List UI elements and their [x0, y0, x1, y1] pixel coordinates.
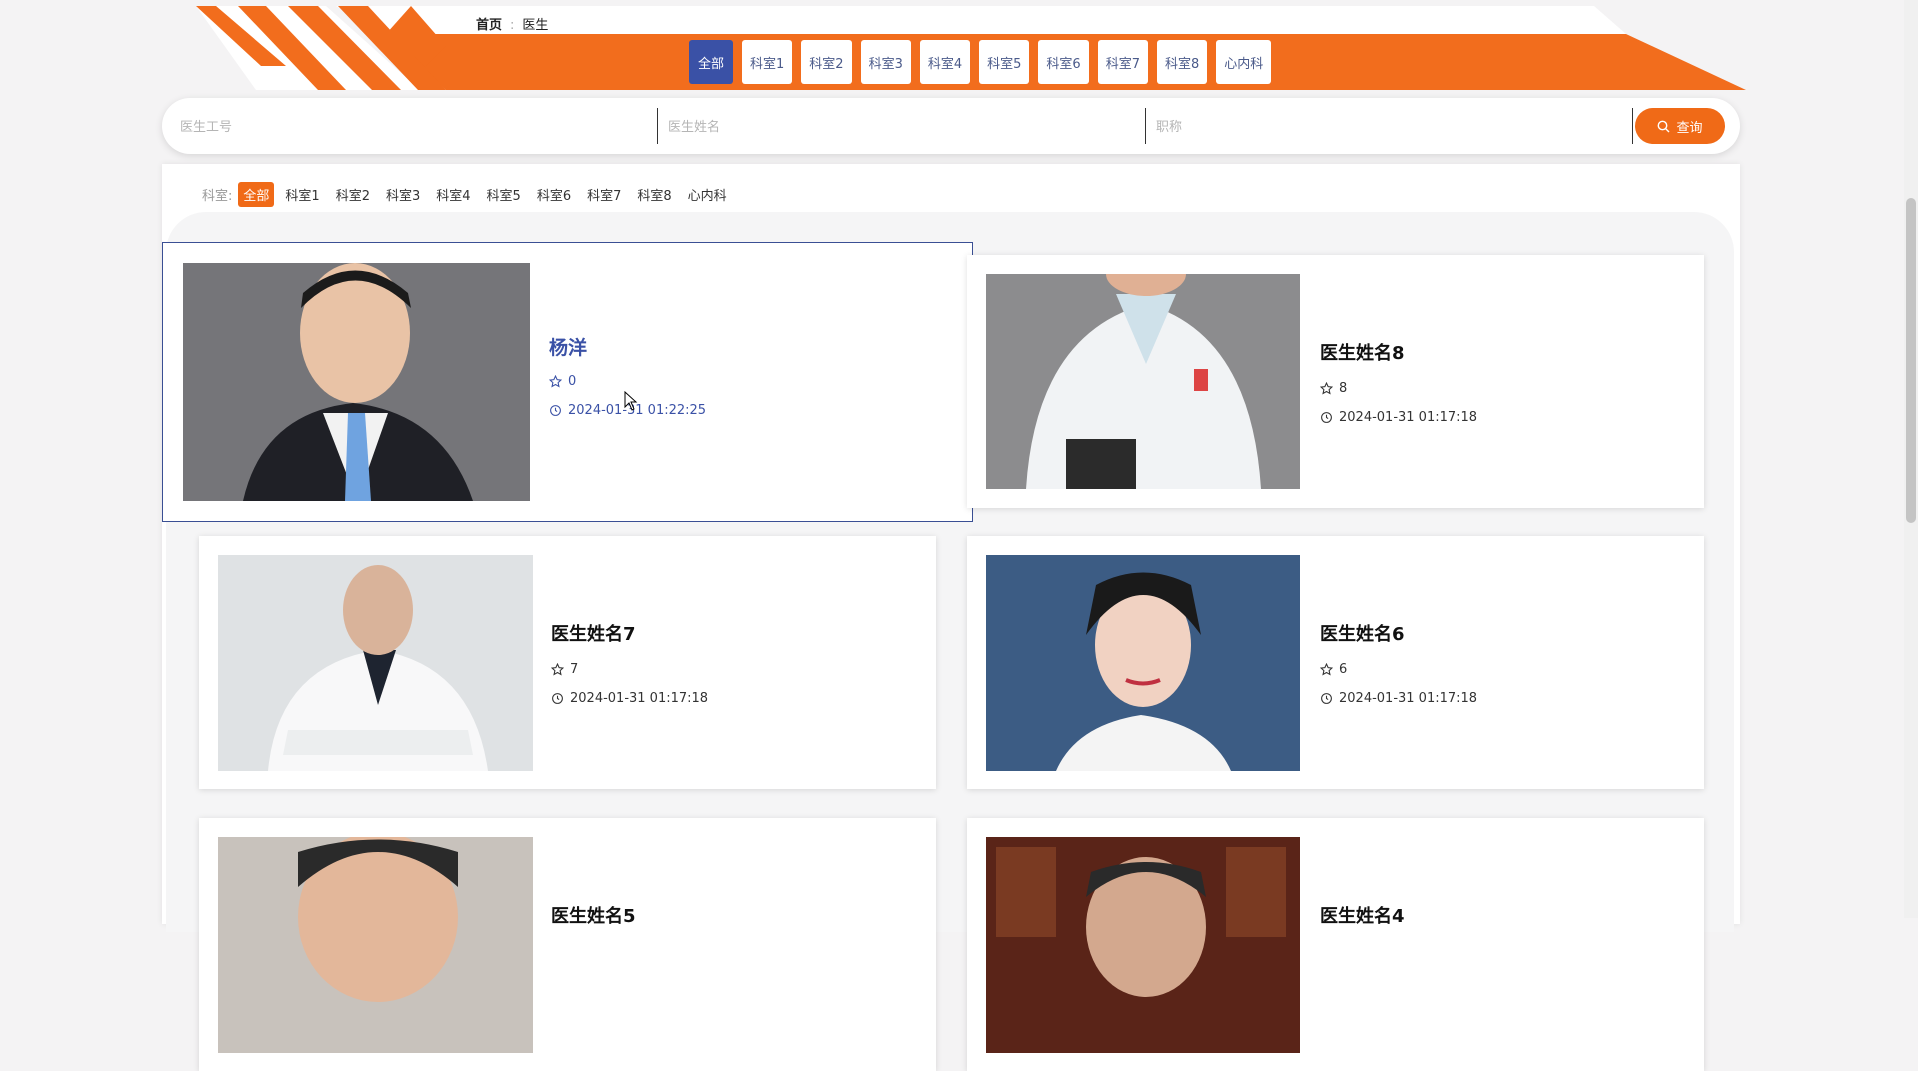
- doctor-info: 医生姓名4: [1320, 902, 1405, 928]
- scrollbar-thumb[interactable]: [1906, 198, 1916, 523]
- tab-cardiology[interactable]: 心内科: [1216, 40, 1272, 84]
- doctor-time-value: 2024-01-31 01:17:18: [1339, 410, 1478, 425]
- doctor-info: 医生姓名5: [551, 902, 636, 928]
- doctor-card[interactable]: 医生姓名6 6 2024-01-31 01:17:18: [967, 536, 1704, 789]
- search-divider: [657, 108, 658, 144]
- tab-all[interactable]: 全部: [689, 40, 733, 84]
- clock-icon: [1321, 693, 1332, 704]
- doctor-card[interactable]: 医生姓名7 7 2024-01-31 01:17:18: [199, 536, 936, 789]
- tab-dept-3[interactable]: 科室3: [860, 40, 911, 84]
- doctor-card[interactable]: 医生姓名5: [199, 818, 936, 1071]
- title-input[interactable]: [1154, 108, 1628, 146]
- doctor-time-value: 2024-01-31 01:17:18: [1339, 691, 1478, 706]
- star-icon: [551, 663, 564, 676]
- doctor-name: 医生姓名6: [1320, 624, 1405, 645]
- search-icon: [1658, 120, 1670, 132]
- doctor-photo: [218, 837, 533, 1053]
- clock-icon: [552, 693, 563, 704]
- doctor-info: 医生姓名8 8 2024-01-31 01:17:18: [1320, 339, 1477, 425]
- dept-filter-1[interactable]: 科室1: [280, 182, 324, 207]
- doctor-likes: 8: [1320, 381, 1477, 396]
- dept-filter-7[interactable]: 科室7: [582, 182, 626, 207]
- dept-filter-all[interactable]: 全部: [238, 182, 275, 207]
- category-tabs: 全部 科室1 科室2 科室3 科室4 科室5 科室6 科室7 科室8 心内科: [689, 40, 1272, 84]
- doctor-likes: 0: [549, 374, 706, 389]
- star-icon: [1320, 382, 1333, 395]
- dept-filter-6[interactable]: 科室6: [532, 182, 576, 207]
- doctor-photo: [218, 555, 533, 771]
- doctor-likes-count: 7: [570, 662, 579, 677]
- dept-filter: 科室: 全部 科室1 科室2 科室3 科室4 科室5 科室6 科室7 科室8 心…: [202, 182, 738, 207]
- doctor-likes: 7: [551, 662, 708, 677]
- doctor-info: 医生姓名6 6 2024-01-31 01:17:18: [1320, 620, 1477, 706]
- doctor-photo: [183, 263, 530, 501]
- doctor-name: 医生姓名5: [551, 906, 636, 927]
- breadcrumb: 首页: 医生: [476, 14, 548, 33]
- doctor-likes-count: 0: [568, 374, 577, 389]
- search-divider: [1632, 108, 1633, 144]
- doctor-name: 医生姓名8: [1320, 343, 1405, 364]
- clock-icon: [1321, 412, 1332, 423]
- doctor-card[interactable]: 医生姓名4: [967, 818, 1704, 1071]
- dept-filter-2[interactable]: 科室2: [331, 182, 375, 207]
- tab-dept-1[interactable]: 科室1: [742, 40, 793, 84]
- tab-dept-6[interactable]: 科室6: [1038, 40, 1089, 84]
- doctor-name: 医生姓名7: [551, 624, 636, 645]
- doctor-photo: [986, 555, 1300, 771]
- breadcrumb-home[interactable]: 首页: [476, 18, 502, 33]
- doctor-time: 2024-01-31 01:17:18: [1320, 410, 1477, 425]
- search-button[interactable]: 查询: [1635, 108, 1725, 144]
- page-scrollbar[interactable]: [1904, 0, 1918, 918]
- search-bar: 查询: [162, 98, 1740, 154]
- mouse-cursor-icon: [624, 391, 638, 411]
- tab-dept-2[interactable]: 科室2: [801, 40, 852, 84]
- doctor-time-value: 2024-01-31 01:17:18: [570, 691, 709, 706]
- tab-dept-7[interactable]: 科室7: [1097, 40, 1148, 84]
- dept-filter-label: 科室:: [202, 189, 233, 204]
- doctor-card[interactable]: 医生姓名8 8 2024-01-31 01:17:18: [967, 255, 1704, 508]
- star-icon: [549, 375, 562, 388]
- doctor-likes: 6: [1320, 662, 1477, 677]
- doctor-name-input[interactable]: [666, 108, 1140, 146]
- doctor-id-input[interactable]: [178, 108, 652, 146]
- doctor-card[interactable]: 杨洋 0 2024-01-31 01:22:25: [162, 242, 973, 522]
- tab-dept-8[interactable]: 科室8: [1156, 40, 1208, 84]
- dept-filter-8[interactable]: 科室8: [632, 182, 676, 207]
- search-divider: [1145, 108, 1146, 144]
- search-button-label: 查询: [1676, 120, 1703, 136]
- dept-filter-5[interactable]: 科室5: [482, 182, 526, 207]
- dept-filter-cardiology[interactable]: 心内科: [683, 182, 732, 207]
- tab-dept-4[interactable]: 科室4: [919, 40, 971, 84]
- doctor-info: 医生姓名7 7 2024-01-31 01:17:18: [551, 620, 708, 706]
- doctor-time: 2024-01-31 01:17:18: [551, 691, 708, 706]
- star-icon: [1320, 663, 1333, 676]
- clock-icon: [550, 405, 561, 416]
- tab-dept-5[interactable]: 科室5: [979, 40, 1030, 84]
- breadcrumb-current: 医生: [522, 18, 549, 33]
- doctor-photo: [986, 837, 1300, 1053]
- dept-filter-3[interactable]: 科室3: [381, 182, 425, 207]
- doctor-name: 医生姓名4: [1320, 906, 1405, 927]
- dept-filter-4[interactable]: 科室4: [431, 182, 475, 207]
- doctor-likes-count: 8: [1339, 381, 1348, 396]
- doctor-time: 2024-01-31 01:17:18: [1320, 691, 1477, 706]
- doctor-name: 杨洋: [549, 337, 588, 359]
- breadcrumb-separator: :: [510, 18, 515, 33]
- doctor-photo: [986, 274, 1300, 489]
- doctor-likes-count: 6: [1339, 662, 1348, 677]
